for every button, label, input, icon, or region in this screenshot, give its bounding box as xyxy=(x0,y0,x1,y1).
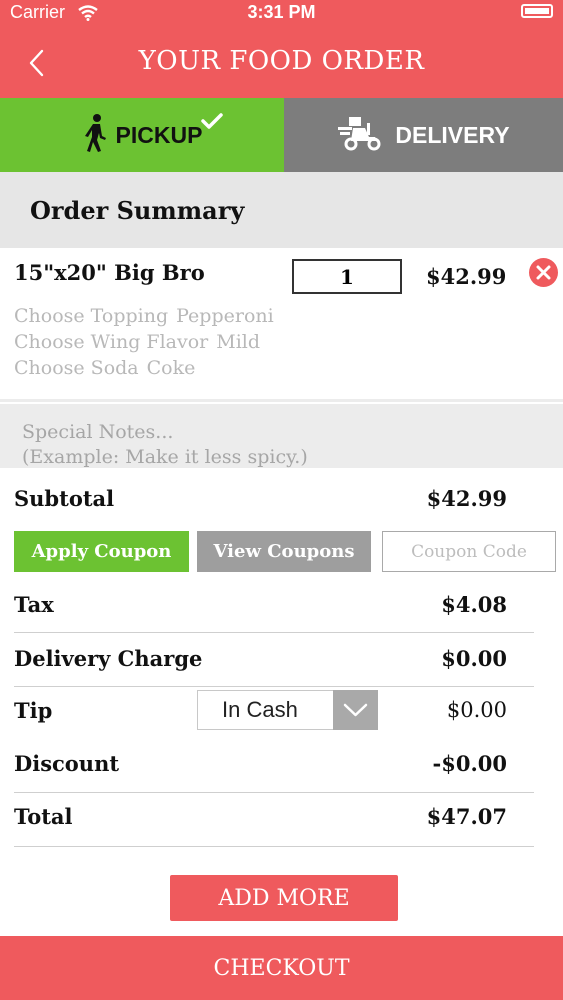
tip-dropdown-button[interactable] xyxy=(333,690,378,730)
option-label: Choose Wing Flavor xyxy=(14,331,209,353)
tab-delivery-label: DELIVERY xyxy=(395,121,510,148)
option-label: Choose Topping xyxy=(14,305,169,327)
tab-delivery[interactable]: DELIVERY xyxy=(284,98,563,172)
option-value: Pepperoni xyxy=(176,305,274,327)
remove-item-button[interactable] xyxy=(529,258,558,287)
special-notes-placeholder: Special Notes... xyxy=(22,421,174,443)
option-label: Choose Soda xyxy=(14,357,139,379)
item-price: $42.99 xyxy=(426,264,507,289)
battery-icon xyxy=(521,4,553,18)
add-more-button[interactable]: ADD MORE xyxy=(170,875,398,921)
divider xyxy=(14,632,534,633)
subtotal-label: Subtotal xyxy=(14,486,115,511)
page-title: YOUR FOOD ORDER xyxy=(138,46,425,76)
divider xyxy=(14,846,534,847)
subtotal-value: $42.99 xyxy=(426,486,507,511)
option-value: Mild xyxy=(216,331,261,353)
divider xyxy=(14,686,534,687)
special-notes-example: (Example: Make it less spicy.) xyxy=(22,446,308,468)
view-coupons-button[interactable]: View Coupons xyxy=(197,531,371,572)
checkout-button[interactable]: CHECKOUT xyxy=(0,936,563,1000)
quantity-input[interactable] xyxy=(292,259,402,294)
item-option-topping: Choose Topping Pepperoni xyxy=(14,305,274,327)
delivery-charge-label: Delivery Charge xyxy=(14,646,203,671)
item-name: 15"x20" Big Bro xyxy=(14,260,205,285)
delivery-scooter-icon xyxy=(337,115,383,155)
delivery-charge-value: $0.00 xyxy=(441,646,507,671)
close-icon xyxy=(536,265,551,280)
coupon-code-input[interactable] xyxy=(382,531,556,572)
chevron-down-icon xyxy=(343,703,368,717)
total-value: $47.07 xyxy=(426,804,507,829)
checkmark-icon xyxy=(200,112,224,134)
tip-label: Tip xyxy=(14,698,53,723)
item-option-soda: Choose Soda Coke xyxy=(14,357,195,379)
item-option-wing-flavor: Choose Wing Flavor Mild xyxy=(14,331,260,353)
tab-pickup-label: PICKUP xyxy=(115,121,203,148)
discount-value: -$0.00 xyxy=(432,751,507,776)
divider xyxy=(14,792,534,793)
tab-pickup[interactable]: PICKUP xyxy=(0,98,284,172)
tax-label: Tax xyxy=(14,592,54,617)
walking-person-icon xyxy=(82,113,108,157)
divider xyxy=(0,399,563,402)
tax-value: $4.08 xyxy=(441,592,507,617)
divider xyxy=(0,468,563,474)
tip-select-value: In Cash xyxy=(222,697,298,722)
total-label: Total xyxy=(14,804,73,829)
order-summary-title: Order Summary xyxy=(30,196,245,225)
apply-coupon-button[interactable]: Apply Coupon xyxy=(14,531,189,572)
option-value: Coke xyxy=(146,357,196,379)
status-time: 3:31 PM xyxy=(247,2,316,22)
tip-value: $0.00 xyxy=(446,698,507,722)
discount-label: Discount xyxy=(14,751,120,776)
